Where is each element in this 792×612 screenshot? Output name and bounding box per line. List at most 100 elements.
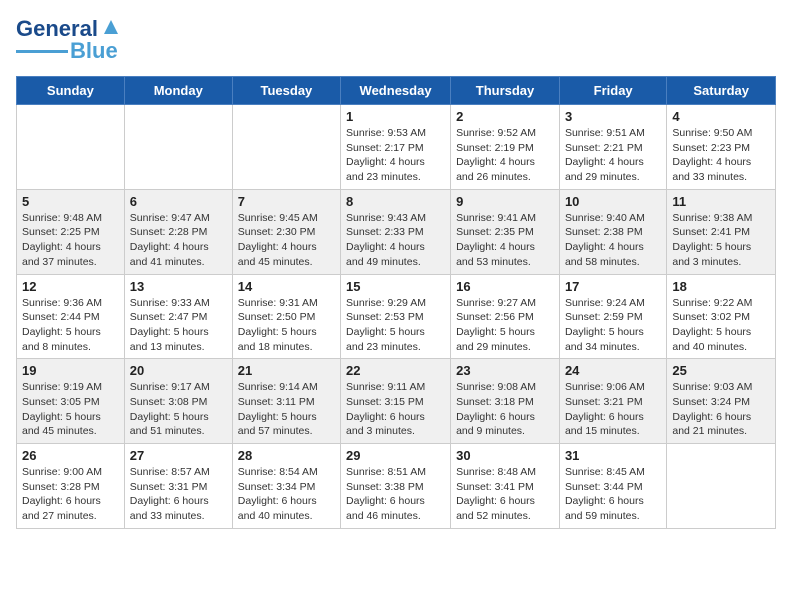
calendar-cell: 21 Sunrise: 9:14 AM Sunset: 3:11 PM Dayli… <box>232 359 340 444</box>
calendar-cell: 12 Sunrise: 9:36 AM Sunset: 2:44 PM Dayli… <box>17 274 125 359</box>
day-number: 7 <box>238 194 335 209</box>
day-info: Sunrise: 9:29 AM Sunset: 2:53 PM Dayligh… <box>346 296 445 355</box>
day-number: 5 <box>22 194 119 209</box>
day-number: 4 <box>672 109 770 124</box>
calendar-cell: 20 Sunrise: 9:17 AM Sunset: 3:08 PM Dayli… <box>124 359 232 444</box>
day-info: Sunrise: 9:41 AM Sunset: 2:35 PM Dayligh… <box>456 211 554 270</box>
day-info: Sunrise: 9:51 AM Sunset: 2:21 PM Dayligh… <box>565 126 661 185</box>
day-info: Sunrise: 9:08 AM Sunset: 3:18 PM Dayligh… <box>456 380 554 439</box>
day-number: 1 <box>346 109 445 124</box>
page-header: General Blue <box>16 16 776 64</box>
weekday-header-wednesday: Wednesday <box>341 77 451 105</box>
day-info: Sunrise: 9:45 AM Sunset: 2:30 PM Dayligh… <box>238 211 335 270</box>
day-info: Sunrise: 8:48 AM Sunset: 3:41 PM Dayligh… <box>456 465 554 524</box>
day-number: 17 <box>565 279 661 294</box>
calendar-cell: 22Sunrise: 9:11 AM Sunset: 3:15 PM Dayli… <box>341 359 451 444</box>
calendar-cell: 4Sunrise: 9:50 AM Sunset: 2:23 PM Daylig… <box>667 105 776 190</box>
logo-underline <box>16 50 68 53</box>
day-info: Sunrise: 9:14 AM Sunset: 3:11 PM Dayligh… <box>238 380 335 439</box>
calendar-cell: 3 Sunrise: 9:51 AM Sunset: 2:21 PM Daylig… <box>559 105 666 190</box>
day-info: Sunrise: 9:38 AM Sunset: 2:41 PM Dayligh… <box>672 211 770 270</box>
day-number: 29 <box>346 448 445 463</box>
calendar-cell: 9 Sunrise: 9:41 AM Sunset: 2:35 PM Daylig… <box>451 189 560 274</box>
logo-blue: Blue <box>70 38 118 64</box>
day-number: 6 <box>130 194 227 209</box>
calendar-cell: 26Sunrise: 9:00 AM Sunset: 3:28 PM Dayli… <box>17 444 125 529</box>
calendar-cell: 5 Sunrise: 9:48 AM Sunset: 2:25 PM Daylig… <box>17 189 125 274</box>
calendar-cell: 8 Sunrise: 9:43 AM Sunset: 2:33 PM Daylig… <box>341 189 451 274</box>
day-info: Sunrise: 9:27 AM Sunset: 2:56 PM Dayligh… <box>456 296 554 355</box>
calendar-cell <box>667 444 776 529</box>
day-number: 12 <box>22 279 119 294</box>
calendar-cell: 23 Sunrise: 9:08 AM Sunset: 3:18 PM Dayli… <box>451 359 560 444</box>
calendar-cell: 1 Sunrise: 9:53 AM Sunset: 2:17 PM Daylig… <box>341 105 451 190</box>
calendar-cell: 14 Sunrise: 9:31 AM Sunset: 2:50 PM Dayli… <box>232 274 340 359</box>
calendar-cell: 10 Sunrise: 9:40 AM Sunset: 2:38 PM Dayli… <box>559 189 666 274</box>
weekday-header-saturday: Saturday <box>667 77 776 105</box>
day-info: Sunrise: 9:11 AM Sunset: 3:15 PM Dayligh… <box>346 380 445 439</box>
day-info: Sunrise: 9:17 AM Sunset: 3:08 PM Dayligh… <box>130 380 227 439</box>
day-number: 24 <box>565 363 661 378</box>
day-number: 11 <box>672 194 770 209</box>
weekday-header-sunday: Sunday <box>17 77 125 105</box>
day-number: 23 <box>456 363 554 378</box>
day-number: 8 <box>346 194 445 209</box>
day-info: Sunrise: 8:54 AM Sunset: 3:34 PM Dayligh… <box>238 465 335 524</box>
weekday-header-thursday: Thursday <box>451 77 560 105</box>
calendar-cell: 18 Sunrise: 9:22 AM Sunset: 3:02 PM Dayli… <box>667 274 776 359</box>
day-info: Sunrise: 9:48 AM Sunset: 2:25 PM Dayligh… <box>22 211 119 270</box>
day-number: 16 <box>456 279 554 294</box>
calendar-cell: 2Sunrise: 9:52 AM Sunset: 2:19 PM Daylig… <box>451 105 560 190</box>
day-info: Sunrise: 9:31 AM Sunset: 2:50 PM Dayligh… <box>238 296 335 355</box>
day-number: 10 <box>565 194 661 209</box>
day-number: 9 <box>456 194 554 209</box>
day-info: Sunrise: 9:36 AM Sunset: 2:44 PM Dayligh… <box>22 296 119 355</box>
day-info: Sunrise: 8:57 AM Sunset: 3:31 PM Dayligh… <box>130 465 227 524</box>
calendar-cell <box>17 105 125 190</box>
day-info: Sunrise: 9:06 AM Sunset: 3:21 PM Dayligh… <box>565 380 661 439</box>
day-info: Sunrise: 8:51 AM Sunset: 3:38 PM Dayligh… <box>346 465 445 524</box>
calendar-cell: 24 Sunrise: 9:06 AM Sunset: 3:21 PM Dayli… <box>559 359 666 444</box>
calendar-cell: 17 Sunrise: 9:24 AM Sunset: 2:59 PM Dayli… <box>559 274 666 359</box>
day-number: 28 <box>238 448 335 463</box>
day-info: Sunrise: 9:03 AM Sunset: 3:24 PM Dayligh… <box>672 380 770 439</box>
day-info: Sunrise: 9:19 AM Sunset: 3:05 PM Dayligh… <box>22 380 119 439</box>
day-number: 26 <box>22 448 119 463</box>
day-number: 18 <box>672 279 770 294</box>
day-info: Sunrise: 8:45 AM Sunset: 3:44 PM Dayligh… <box>565 465 661 524</box>
day-number: 15 <box>346 279 445 294</box>
day-number: 13 <box>130 279 227 294</box>
day-info: Sunrise: 9:43 AM Sunset: 2:33 PM Dayligh… <box>346 211 445 270</box>
day-number: 3 <box>565 109 661 124</box>
day-number: 31 <box>565 448 661 463</box>
calendar-cell: 11 Sunrise: 9:38 AM Sunset: 2:41 PM Dayli… <box>667 189 776 274</box>
calendar-cell: 30 Sunrise: 8:48 AM Sunset: 3:41 PM Dayli… <box>451 444 560 529</box>
calendar-cell: 27 Sunrise: 8:57 AM Sunset: 3:31 PM Dayli… <box>124 444 232 529</box>
logo: General Blue <box>16 16 122 64</box>
calendar-cell: 16 Sunrise: 9:27 AM Sunset: 2:56 PM Dayli… <box>451 274 560 359</box>
calendar-cell: 31 Sunrise: 8:45 AM Sunset: 3:44 PM Dayli… <box>559 444 666 529</box>
calendar-cell: 29 Sunrise: 8:51 AM Sunset: 3:38 PM Dayli… <box>341 444 451 529</box>
calendar-table: SundayMondayTuesdayWednesdayThursdayFrid… <box>16 76 776 529</box>
day-number: 30 <box>456 448 554 463</box>
weekday-header-monday: Monday <box>124 77 232 105</box>
calendar-cell <box>232 105 340 190</box>
day-number: 20 <box>130 363 227 378</box>
day-info: Sunrise: 9:33 AM Sunset: 2:47 PM Dayligh… <box>130 296 227 355</box>
calendar-cell: 25Sunrise: 9:03 AM Sunset: 3:24 PM Dayli… <box>667 359 776 444</box>
day-number: 14 <box>238 279 335 294</box>
day-info: Sunrise: 9:53 AM Sunset: 2:17 PM Dayligh… <box>346 126 445 185</box>
day-info: Sunrise: 9:22 AM Sunset: 3:02 PM Dayligh… <box>672 296 770 355</box>
weekday-header-friday: Friday <box>559 77 666 105</box>
calendar-cell: 19Sunrise: 9:19 AM Sunset: 3:05 PM Dayli… <box>17 359 125 444</box>
calendar-cell: 6 Sunrise: 9:47 AM Sunset: 2:28 PM Daylig… <box>124 189 232 274</box>
day-info: Sunrise: 9:24 AM Sunset: 2:59 PM Dayligh… <box>565 296 661 355</box>
day-number: 27 <box>130 448 227 463</box>
day-info: Sunrise: 9:47 AM Sunset: 2:28 PM Dayligh… <box>130 211 227 270</box>
calendar-cell: 7 Sunrise: 9:45 AM Sunset: 2:30 PM Daylig… <box>232 189 340 274</box>
day-info: Sunrise: 9:52 AM Sunset: 2:19 PM Dayligh… <box>456 126 554 185</box>
calendar-cell: 13 Sunrise: 9:33 AM Sunset: 2:47 PM Dayli… <box>124 274 232 359</box>
weekday-header-tuesday: Tuesday <box>232 77 340 105</box>
day-info: Sunrise: 9:40 AM Sunset: 2:38 PM Dayligh… <box>565 211 661 270</box>
day-number: 21 <box>238 363 335 378</box>
